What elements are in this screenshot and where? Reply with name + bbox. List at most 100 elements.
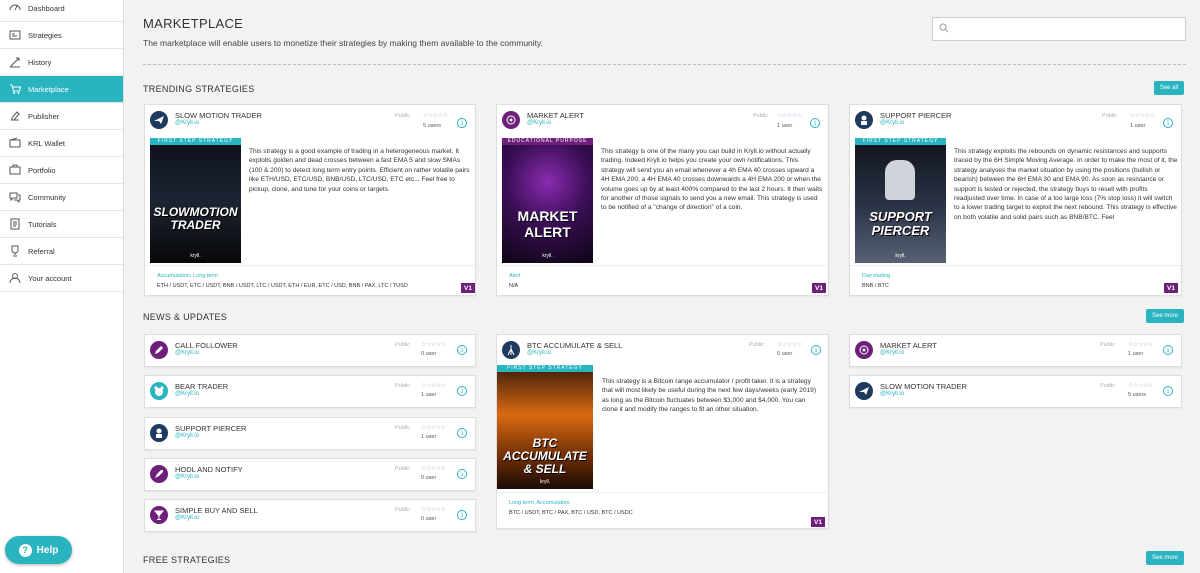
sidebar-item-portfolio[interactable]: Portfolio xyxy=(0,157,123,184)
header-divider xyxy=(143,64,1186,65)
target-icon xyxy=(855,341,873,359)
rating-stars[interactable]: ☆☆☆☆☆ xyxy=(421,424,446,431)
strategy-card-hodl-and-notify[interactable]: HODL AND NOTIFY @Kryll.io Public ☆☆☆☆☆ 0… xyxy=(144,458,476,491)
strategy-author[interactable]: @Kryll.io xyxy=(175,433,199,439)
strategy-card-slow-motion-trader[interactable]: SLOW MOTION TRADER @Kryll.io Public ☆☆☆☆… xyxy=(144,104,476,296)
visibility-label: Public xyxy=(395,113,410,119)
info-icon[interactable]: i xyxy=(1163,345,1173,355)
strategy-thumbnail: FIRST STEP STRATEGY SLOWMOTION TRADER kr… xyxy=(150,138,241,263)
search-icon xyxy=(939,20,949,38)
main-content: MARKETPLACE The marketplace will enable … xyxy=(124,0,1200,573)
strategy-name: SUPPORT PIERCER xyxy=(175,424,247,433)
sidebar-item-community[interactable]: Community xyxy=(0,184,123,211)
portfolio-icon xyxy=(8,163,22,177)
sidebar-item-referral[interactable]: Referral xyxy=(0,238,123,265)
strategy-author[interactable]: @Kryll.io xyxy=(527,120,551,126)
account-icon xyxy=(8,271,22,285)
strategy-author[interactable]: @Kryll.io xyxy=(175,391,199,397)
info-icon[interactable]: i xyxy=(457,510,467,520)
strategy-pairs: BNB / BTC xyxy=(862,283,889,289)
info-icon[interactable]: i xyxy=(457,118,467,128)
card-divider xyxy=(145,265,475,266)
strategy-pairs: N/A xyxy=(509,283,519,289)
strategy-card-support-piercer[interactable]: SUPPORT PIERCER @Kryll.io Public ☆☆☆☆☆ 1… xyxy=(849,104,1182,296)
visibility-label: Public xyxy=(395,425,410,431)
page-title: MARKETPLACE xyxy=(143,16,244,31)
rating-stars[interactable]: ☆☆☆☆☆ xyxy=(777,341,802,348)
help-label: Help xyxy=(36,544,59,556)
sidebar-item-strategies[interactable]: Strategies xyxy=(0,22,123,49)
strategy-author[interactable]: @Kryll.io xyxy=(175,474,199,480)
rating-stars[interactable]: ☆☆☆☆☆ xyxy=(423,112,448,119)
astronaut-icon xyxy=(150,424,168,442)
tutorials-icon xyxy=(8,217,22,231)
bear-icon xyxy=(150,382,168,400)
info-icon[interactable]: i xyxy=(457,386,467,396)
sidebar-item-publisher[interactable]: Publisher xyxy=(0,103,123,130)
sidebar: Dashboard Strategies History Marketplace… xyxy=(0,0,124,573)
info-icon[interactable]: i xyxy=(1163,386,1173,396)
rating-stars[interactable]: ☆☆☆☆☆ xyxy=(421,465,446,472)
strategy-name: SUPPORT PIERCER xyxy=(880,111,952,120)
visibility-label: Public xyxy=(753,113,768,119)
strategy-card-market-alert[interactable]: MARKET ALERT @Kryll.io Public ☆☆☆☆☆ 1 us… xyxy=(496,104,829,296)
strategy-author[interactable]: @Kryll.io xyxy=(175,515,199,521)
sidebar-item-history[interactable]: History xyxy=(0,49,123,76)
strategy-author[interactable]: @Kryll.io xyxy=(175,350,199,356)
rating-stars[interactable]: ☆☆☆☆☆ xyxy=(1130,112,1155,119)
strategy-card-simple-buy-and-sell[interactable]: SIMPLE BUY AND SELL @Kryll.io Public ☆☆☆… xyxy=(144,499,476,532)
info-icon[interactable]: i xyxy=(810,118,820,128)
strategy-card-btc-accumulate-and-sell[interactable]: BTC ACCUMULATE & SELL @Kryll.io Public ☆… xyxy=(496,334,829,529)
strategy-author[interactable]: @Kryll.io xyxy=(880,350,904,356)
strategy-author[interactable]: @Kryll.io xyxy=(527,350,551,356)
see-more-news-button[interactable]: See more xyxy=(1146,309,1184,323)
thumbnail-banner: FIRST STEP STRATEGY xyxy=(150,138,241,145)
strategy-name: BEAR TRADER xyxy=(175,382,229,391)
search-input[interactable] xyxy=(932,17,1186,41)
card-divider xyxy=(850,265,1181,266)
strategy-name: SLOW MOTION TRADER xyxy=(175,111,262,120)
info-icon[interactable]: i xyxy=(457,428,467,438)
sidebar-item-tutorials[interactable]: Tutorials xyxy=(0,211,123,238)
info-icon[interactable]: i xyxy=(1163,118,1173,128)
plane-icon xyxy=(855,382,873,400)
strategy-name: HODL AND NOTIFY xyxy=(175,465,243,474)
strategy-description: This strategy is one of the many you can… xyxy=(601,148,823,212)
strategy-card-slow-motion-trader-small[interactable]: SLOW MOTION TRADER @Kryll.io Public ☆☆☆☆… xyxy=(849,375,1182,408)
strategy-card-support-piercer-small[interactable]: SUPPORT PIERCER @Kryll.io Public ☆☆☆☆☆ 1… xyxy=(144,417,476,450)
rating-stars[interactable]: ☆☆☆☆☆ xyxy=(1128,341,1153,348)
sidebar-item-marketplace[interactable]: Marketplace xyxy=(0,76,123,103)
help-button[interactable]: ? Help xyxy=(5,536,72,564)
visibility-label: Public xyxy=(749,342,764,348)
see-all-button[interactable]: See all xyxy=(1154,81,1184,95)
strategy-card-bear-trader[interactable]: BEAR TRADER @Kryll.io Public ☆☆☆☆☆ 1 use… xyxy=(144,375,476,408)
user-count: 1 user xyxy=(1130,123,1146,129)
user-count: 5 users xyxy=(423,123,442,129)
page-description: The marketplace will enable users to mon… xyxy=(143,38,544,48)
sidebar-item-krl-wallet[interactable]: KRL Wallet xyxy=(0,130,123,157)
strategy-author[interactable]: @Kryll.io xyxy=(880,120,904,126)
rating-stars[interactable]: ☆☆☆☆☆ xyxy=(421,506,446,513)
strategy-card-call-follower[interactable]: CALL FOLLOWER @Kryll.io Public ☆☆☆☆☆ 0 u… xyxy=(144,334,476,367)
strategy-author[interactable]: @Kryll.io xyxy=(880,391,904,397)
rating-stars[interactable]: ☆☆☆☆☆ xyxy=(1128,382,1153,389)
rating-stars[interactable]: ☆☆☆☆☆ xyxy=(777,112,802,119)
sidebar-item-your-account[interactable]: Your account xyxy=(0,265,123,292)
target-icon xyxy=(502,111,520,129)
rocket-icon xyxy=(150,465,168,483)
referral-icon xyxy=(8,244,22,258)
version-badge: V1 xyxy=(1164,283,1178,293)
see-more-free-button[interactable]: See more xyxy=(1146,551,1184,565)
strategy-card-market-alert-small[interactable]: MARKET ALERT @Kryll.io Public ☆☆☆☆☆ 1 us… xyxy=(849,334,1182,367)
sidebar-item-dashboard[interactable]: Dashboard xyxy=(0,0,123,22)
info-icon[interactable]: i xyxy=(457,469,467,479)
rating-stars[interactable]: ☆☆☆☆☆ xyxy=(421,382,446,389)
strategy-author[interactable]: @Kryll.io xyxy=(175,120,199,126)
info-icon[interactable]: i xyxy=(457,345,467,355)
version-badge: V1 xyxy=(812,283,826,293)
rating-stars[interactable]: ☆☆☆☆☆ xyxy=(421,341,446,348)
info-icon[interactable]: i xyxy=(811,345,821,355)
strategy-name: SLOW MOTION TRADER xyxy=(880,382,967,391)
sidebar-item-label: Marketplace xyxy=(28,84,69,94)
strategy-name: MARKET ALERT xyxy=(880,341,937,350)
